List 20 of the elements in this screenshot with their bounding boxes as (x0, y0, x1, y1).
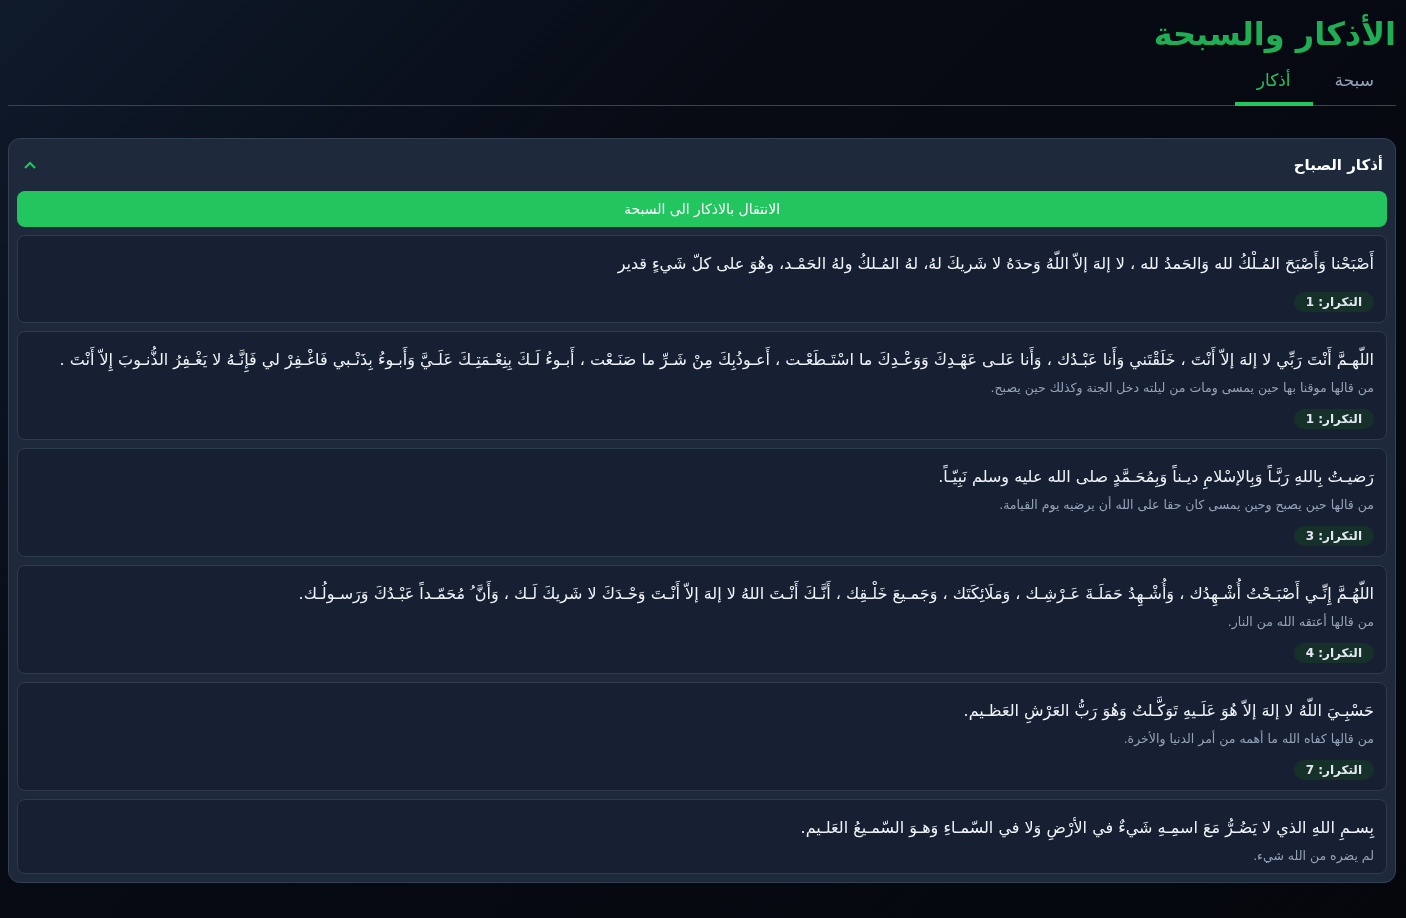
repeat-count: التكرار: 1 (1293, 292, 1374, 312)
dhikr-text: بِسـمِ اللهِ الذي لا يَضُـرُّ مَعَ اسمِـهِ شَيءٌ في الأرْضِ وَلا في السّمـاءِ وَهـوَ السّمـيعُ العَلـيم. (800, 814, 1374, 842)
dhikr-text: رَضيـتُ بِاللهِ رَبَّـاً وَبِالإسْلامِ ديـناً وَبِمُحَـمَّدٍ صلى الله عليه وسلم نَبِيّـاً. (938, 463, 1374, 491)
page-title: الأذكار والسبحة (1153, 13, 1396, 55)
dhikr-text: اللّهـمَّ أَنْتَ رَبِّي لا إلهَ إلاّ أَنْتَ ، خَلَقْتَني وَأَنا عَبْـدُك ، وَأَنا عَلـى عَهْـدِكَ وَوَعْـدِكَ ما اسْتَـطَعْـت ، أَعـوذُبِكَ مِنْ شَـرِّ ما صَنَـعْت ، أَبـوءُ لَـكَ بِنِعْـمَتِـكَ عَلَـيَّ وَأَبـوءُ بِذَنْـبي فَاغْـفِرْ لي فَإِنَّـهُ لا يَغْـفِرُ الذُّنـوبَ إِلاّ أَنْتَ . (59, 346, 1374, 374)
dhikr-note: من قالها كفاه الله ما أهمه من أمر الدنيا والأخرة. (1123, 731, 1374, 746)
tab[interactable]: أذكار (1234, 62, 1313, 106)
dhikr-text: حَسْبِـيَ اللّهُ لا إلهَ إلاّ هُوَ عَلَـيهِ تَوَكَّـلتُ وَهُوَ رَبُّ العَرْشِ العَظـيم. (963, 697, 1374, 725)
repeat-count: التكرار: 3 (1293, 526, 1374, 546)
dhikr-text: اللّهُـمَّ إِنِّـي أَصْبَـحْتُ أُشْـهِدُك ، وَأُشْـهِدُ حَمَلَـةَ عَـرْشِـك ، وَمَلَائِكَتَك ، وَجَمـيعَ خَلْـقِك ، أَنَّـكَ أَنْـتَ اللهُ لا إلهَ إلاّ أَنْـتَ وَحْـدَكَ لا شَريكَ لَـك ، وَأَنَّ ُ مُحَمّـداً عَبْـدُكَ وَرَسـولُـك. (298, 580, 1374, 608)
repeat-count: التكرار: 4 (1293, 643, 1374, 663)
dhikr-text: أَصْبَحْنا وَأَصْبَحَ المُـلْكُ لله وَالحَمدُ لله ، لا إلهَ إلاّ اللّهُ وَحدَهُ لا شَريكَ لهُ، لهُ المُـلكُ ولهُ الحَمْـد، وهُوَ على كلّ شَيءٍ قدير (617, 250, 1374, 278)
section-title: أذكار الصباح (1293, 156, 1383, 174)
dhikr-note: لم يضره من الله شيء. (1253, 848, 1374, 863)
repeat-count: التكرار: 1 (1293, 409, 1374, 429)
dhikr-note: من قالها أعتقه الله من النار. (1227, 614, 1374, 629)
tab[interactable]: سبحة (1312, 62, 1396, 106)
dhikr-note: من قالها حين يصبح وحين يمسى كان حقا على الله أن يرضيه يوم القيامة. (999, 497, 1374, 512)
repeat-count: التكرار: 7 (1293, 760, 1374, 780)
dhikr-note: من قالها موقنا بها حين يمسى ومات من ليلته دخل الجنة وكذلك حين يصبح. (990, 380, 1374, 395)
